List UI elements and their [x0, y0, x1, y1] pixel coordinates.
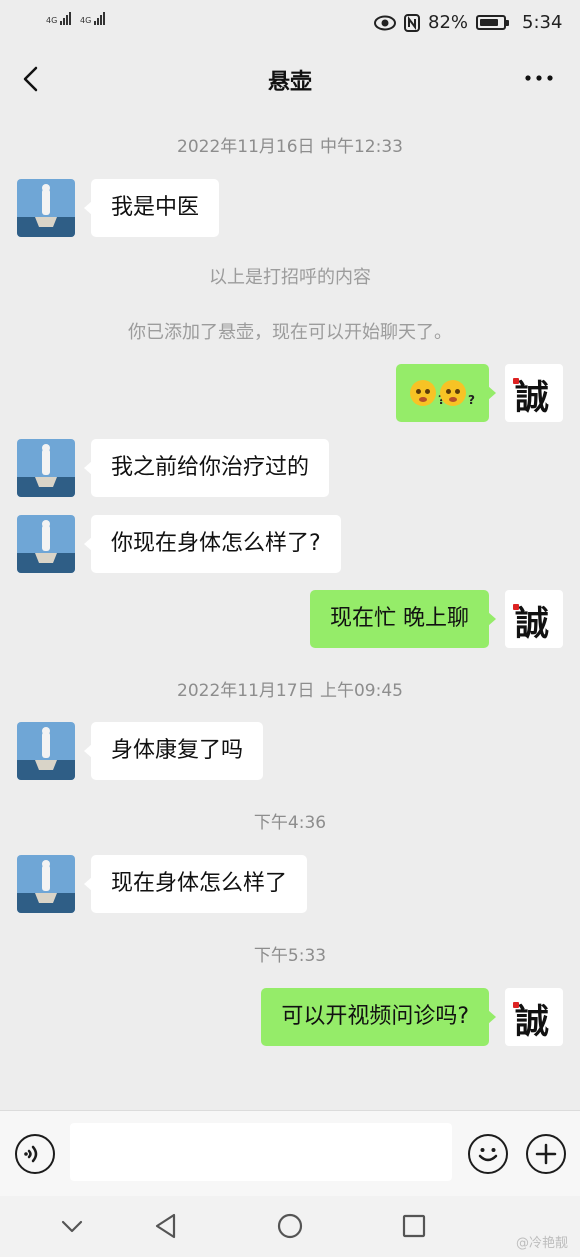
- chat-title: 悬壶: [267, 70, 312, 95]
- contact-avatar[interactable]: [17, 855, 75, 913]
- timestamp: 下午5:33: [253, 946, 327, 966]
- contact-avatar[interactable]: [17, 515, 75, 573]
- message-input[interactable]: [70, 1123, 452, 1181]
- chevron-down-icon[interactable]: [56, 1210, 88, 1242]
- confused-face-emoji-icon: ?: [410, 380, 445, 407]
- outgoing-message[interactable]: 可以开视频问诊吗?: [261, 988, 496, 1046]
- timestamp: 下午4:36: [253, 813, 327, 833]
- more-options-icon[interactable]: [524, 68, 554, 88]
- voice-icon: [24, 1145, 38, 1163]
- nfc-icon: [404, 13, 420, 32]
- home-circle-icon[interactable]: [274, 1210, 306, 1242]
- battery-percent: 82%: [428, 12, 469, 33]
- incoming-message[interactable]: 身体康复了吗: [83, 722, 264, 780]
- back-triangle-icon[interactable]: [150, 1210, 182, 1242]
- signal-icon: 4G: [46, 12, 72, 25]
- self-avatar[interactable]: 誠: [505, 364, 563, 422]
- message-input-bar: [0, 1110, 580, 1196]
- clock: 5:34: [522, 12, 563, 33]
- voice-input-button[interactable]: [15, 1134, 55, 1174]
- contact-avatar[interactable]: [17, 179, 75, 237]
- self-avatar[interactable]: 誠: [505, 988, 563, 1046]
- contact-avatar[interactable]: [17, 722, 75, 780]
- signal-icon: 4G: [80, 12, 106, 25]
- incoming-message[interactable]: 现在身体怎么样了: [83, 855, 308, 913]
- chat-header: 悬壶: [0, 44, 580, 114]
- incoming-message[interactable]: 你现在身体怎么样了?: [84, 515, 341, 573]
- incoming-message[interactable]: 我是中医: [83, 179, 220, 237]
- outgoing-emoji-message[interactable]: ??: [396, 364, 496, 422]
- more-functions-button[interactable]: [526, 1134, 566, 1174]
- watermark: @冷艳靓: [515, 1236, 568, 1251]
- outgoing-message[interactable]: 现在忙 晚上聊: [310, 590, 496, 648]
- recent-apps-square-icon[interactable]: [398, 1210, 430, 1242]
- plus-icon: [535, 1143, 557, 1165]
- network-type-label: 4G: [46, 16, 58, 25]
- timestamp: 2022年11月17日 上午09:45: [177, 681, 403, 701]
- smiley-icon: [478, 1148, 498, 1162]
- self-avatar[interactable]: 誠: [505, 590, 563, 648]
- navigation-bar: @冷艳靓: [0, 1196, 580, 1257]
- contact-avatar[interactable]: [17, 439, 75, 497]
- incoming-message[interactable]: 我之前给你治疗过的: [83, 439, 330, 497]
- eye-icon: [374, 15, 396, 30]
- battery-icon: [476, 15, 510, 30]
- confused-face-emoji-icon: ?: [440, 380, 475, 407]
- emoji-button[interactable]: [468, 1134, 508, 1174]
- system-message: 你已添加了悬壶，现在可以开始聊天了。: [128, 322, 452, 343]
- system-message: 以上是打招呼的内容: [209, 267, 371, 288]
- timestamp: 2022年11月16日 中午12:33: [177, 137, 403, 157]
- status-bar: 4G 4G 82% 5:34: [0, 0, 580, 44]
- network-type-label: 4G: [80, 16, 92, 25]
